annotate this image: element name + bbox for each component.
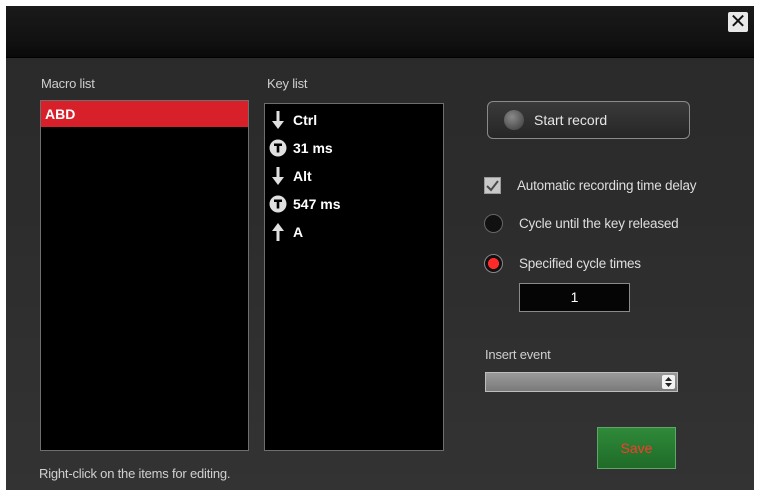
updown-arrows-icon xyxy=(662,375,675,389)
checkmark-icon xyxy=(486,180,499,192)
editing-hint: Right-click on the items for editing. xyxy=(39,466,231,481)
key-item[interactable]: 31 ms xyxy=(265,134,443,162)
key-item-label: A xyxy=(293,224,304,240)
cycle-until-release-radio[interactable] xyxy=(484,214,503,233)
start-record-label: Start record xyxy=(534,112,608,128)
key-item[interactable]: Ctrl xyxy=(265,106,443,134)
macro-listbox[interactable]: ABD xyxy=(40,100,249,451)
arrow-up-icon xyxy=(269,223,287,241)
macro-list-label: Macro list xyxy=(41,76,95,91)
close-button[interactable]: ✕ xyxy=(728,12,748,32)
key-item-label: 547 ms xyxy=(293,196,341,212)
key-list-label: Key list xyxy=(267,76,308,91)
key-listbox[interactable]: Ctrl 31 ms Alt 547 ms A xyxy=(264,103,444,451)
insert-event-select[interactable] xyxy=(485,372,678,392)
record-indicator-icon xyxy=(504,110,524,130)
specified-cycles-radio[interactable] xyxy=(484,254,503,273)
macro-item-selected[interactable]: ABD xyxy=(41,101,248,127)
auto-delay-label: Automatic recording time delay xyxy=(517,178,697,193)
key-item[interactable]: Alt xyxy=(265,162,443,190)
key-item[interactable]: A xyxy=(265,218,443,246)
arrow-down-icon xyxy=(269,167,287,185)
key-item[interactable]: 547 ms xyxy=(265,190,443,218)
key-item-label: Ctrl xyxy=(293,112,318,128)
timer-icon xyxy=(269,195,287,213)
cycle-until-release-label: Cycle until the key released xyxy=(519,216,679,231)
save-button[interactable]: Save xyxy=(597,427,676,469)
title-bar: ✕ xyxy=(6,6,754,58)
arrow-down-icon xyxy=(269,111,287,129)
key-item-label: Alt xyxy=(293,168,312,184)
insert-event-label: Insert event xyxy=(485,347,551,362)
timer-icon xyxy=(269,139,287,157)
key-item-label: 31 ms xyxy=(293,140,333,156)
macro-editor-window: ✕ Macro list ABD Key list Ctrl 31 ms Alt xyxy=(6,6,754,490)
cycle-times-input[interactable]: 1 xyxy=(519,283,630,312)
specified-cycles-label: Specified cycle times xyxy=(519,256,641,271)
auto-delay-checkbox[interactable] xyxy=(484,177,501,194)
start-record-button[interactable]: Start record xyxy=(487,101,690,139)
